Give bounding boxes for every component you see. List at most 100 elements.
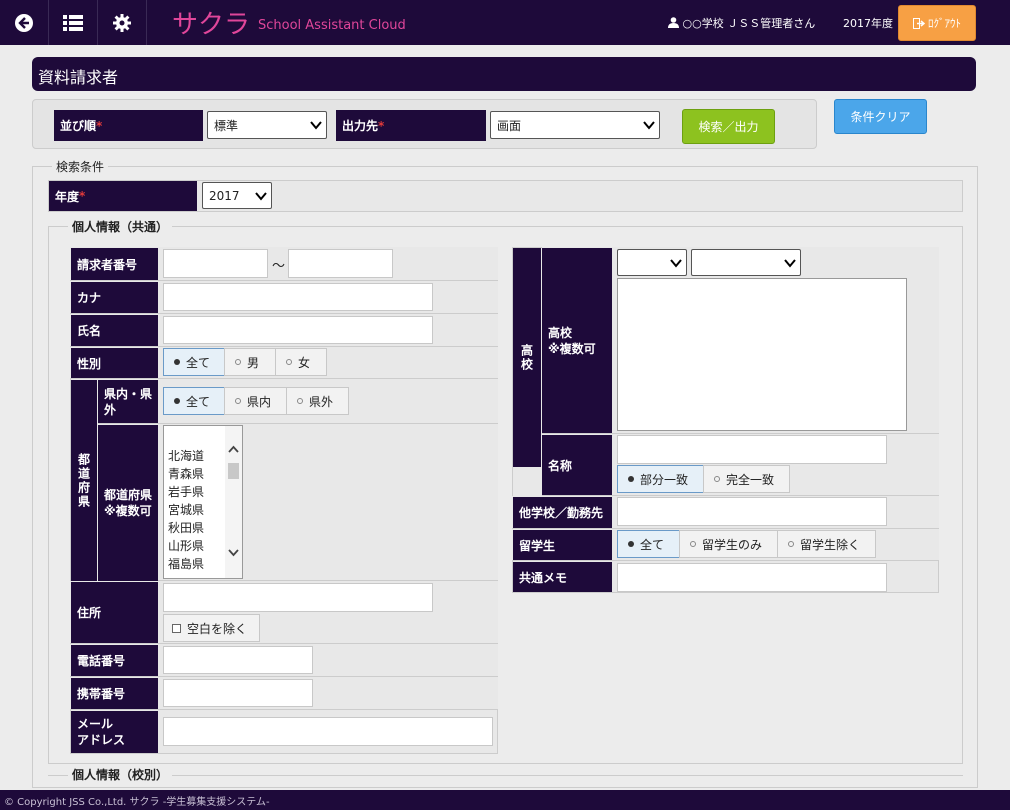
school-multi-listbox[interactable] <box>617 278 907 431</box>
user-info: ○○学校 ＪＳＳ管理者さん <box>668 15 815 31</box>
radio-label: 完全一致 <box>726 472 775 487</box>
school-filter-select-2[interactable] <box>691 249 801 276</box>
label-line: メール <box>77 717 114 731</box>
radio-unchecked-icon <box>788 541 794 547</box>
list-item[interactable]: 宮城県 <box>168 501 204 519</box>
year-select[interactable]: 2017 <box>202 182 272 209</box>
back-arrow-icon <box>15 13 33 32</box>
email-input[interactable] <box>163 717 493 746</box>
label-line: 都道府県 <box>104 488 153 502</box>
address-label: 住所 <box>71 582 158 643</box>
list-item[interactable]: 青森県 <box>168 465 204 483</box>
label-line: アドレス <box>77 733 126 747</box>
school-filter-select-1[interactable] <box>617 249 687 276</box>
output-select[interactable]: 画面 <box>490 111 660 139</box>
personal-common-legend: 個人情報（共通） <box>68 218 173 235</box>
logout-label: ﾛｸﾞｱｳﾄ <box>928 17 961 30</box>
sort-select[interactable]: 標準 <box>207 111 327 139</box>
user-icon <box>668 17 679 28</box>
gender-radio-group: 全て 男 女 <box>163 348 327 376</box>
common-memo-input[interactable] <box>617 563 887 592</box>
in-out-pref-label: 県内・県外 <box>98 380 158 423</box>
settings-button[interactable] <box>98 0 147 45</box>
exact-match-radio[interactable]: 完全一致 <box>703 465 790 493</box>
radio-label: 全て <box>186 394 211 409</box>
prefecture-listbox[interactable]: 北海道 青森県 岩手県 宮城県 秋田県 山形県 福島県 <box>163 425 243 579</box>
requester-no-from-input[interactable] <box>163 249 268 278</box>
radio-unchecked-icon <box>714 476 720 482</box>
label-line: ※複数可 <box>548 341 596 356</box>
gear-icon <box>113 13 131 32</box>
requester-no-to-input[interactable] <box>288 249 393 278</box>
intl-all-radio[interactable]: 全て <box>617 530 680 558</box>
clear-conditions-button[interactable]: 条件クリア <box>834 99 927 134</box>
search-conditions-legend: 検索条件 <box>52 158 109 175</box>
search-output-button[interactable]: 検索／出力 <box>682 109 775 144</box>
checkbox-icon <box>172 623 181 633</box>
radio-label: 留学生のみ <box>702 537 763 552</box>
radio-unchecked-icon <box>286 359 292 365</box>
school-multi-label: 高校 ※複数可 <box>542 248 612 433</box>
intl-only-radio[interactable]: 留学生のみ <box>679 530 778 558</box>
exclude-blank-checkbox[interactable]: 空白を除く <box>163 614 260 642</box>
back-button[interactable] <box>0 0 49 45</box>
sort-label: 並び順 * <box>54 110 203 141</box>
inout-all-radio[interactable]: 全て <box>163 387 225 415</box>
logout-button[interactable]: ﾛｸﾞｱｳﾄ <box>898 5 976 41</box>
email-label: メール アドレス <box>71 711 158 753</box>
kana-input[interactable] <box>163 283 433 311</box>
school-group-label: 高校 <box>513 248 541 467</box>
mobile-label: 携帯番号 <box>71 678 158 709</box>
label-line: ※複数可 <box>104 504 152 518</box>
table-row <box>98 424 498 581</box>
radio-label: 県外 <box>309 394 334 409</box>
international-radio-group: 全て 留学生のみ 留学生除く <box>617 530 876 558</box>
address-input[interactable] <box>163 583 433 612</box>
menu-button[interactable] <box>49 0 98 45</box>
radio-unchecked-icon <box>235 398 241 404</box>
other-school-input[interactable] <box>617 497 887 526</box>
footer-copyright: © Copyright JSS Co.,Ltd. サクラ -学生募集支援システム… <box>0 790 1010 810</box>
other-school-label: 他学校／勤務先 <box>513 497 612 528</box>
list-item[interactable]: 山形県 <box>168 537 204 555</box>
intl-exclude-radio[interactable]: 留学生除く <box>777 530 876 558</box>
fiscal-year: 2017年度 <box>843 17 893 30</box>
radio-label: 女 <box>298 355 311 370</box>
prefecture-options: 北海道 青森県 岩手県 宮城県 秋田県 山形県 福島県 <box>168 447 204 573</box>
gender-male-radio[interactable]: 男 <box>224 348 276 376</box>
output-label: 出力先 * <box>336 110 486 141</box>
radio-label: 県内 <box>247 394 272 409</box>
fieldset-border <box>48 775 963 776</box>
inout-in-radio[interactable]: 県内 <box>224 387 287 415</box>
label-line: 高校 <box>548 325 573 340</box>
personal-school-legend: 個人情報（校別） <box>68 766 173 783</box>
phone-label: 電話番号 <box>71 645 158 676</box>
chevron-down-icon <box>643 121 655 130</box>
mobile-input[interactable] <box>163 679 313 707</box>
prefecture-group-label: 都道府県 <box>71 380 97 581</box>
list-item[interactable]: 岩手県 <box>168 483 204 501</box>
gender-female-radio[interactable]: 女 <box>275 348 327 376</box>
radio-unchecked-icon <box>235 359 241 365</box>
requester-no-label: 請求者番号 <box>71 248 158 280</box>
school-name-label: 名称 <box>542 435 612 495</box>
list-item[interactable]: 北海道 <box>168 447 204 465</box>
list-icon <box>63 14 83 31</box>
radio-checked-icon <box>174 398 180 404</box>
gender-all-radio[interactable]: 全て <box>163 348 225 376</box>
prefecture-label: 都道府県 ※複数可 <box>98 425 158 581</box>
name-input[interactable] <box>163 316 433 344</box>
partial-match-radio[interactable]: 部分一致 <box>617 465 704 493</box>
kana-label: カナ <box>71 282 158 313</box>
list-item[interactable]: 福島県 <box>168 555 204 573</box>
phone-input[interactable] <box>163 646 313 674</box>
logout-icon <box>913 17 925 29</box>
common-memo-label: 共通メモ <box>513 562 612 592</box>
radio-unchecked-icon <box>690 541 696 547</box>
in-out-radio-group: 全て 県内 県外 <box>163 387 349 415</box>
inout-out-radio[interactable]: 県外 <box>286 387 349 415</box>
chevron-down-icon <box>784 258 796 268</box>
scrollbar[interactable] <box>225 426 242 578</box>
school-name-input[interactable] <box>617 435 887 464</box>
list-item[interactable]: 秋田県 <box>168 519 204 537</box>
